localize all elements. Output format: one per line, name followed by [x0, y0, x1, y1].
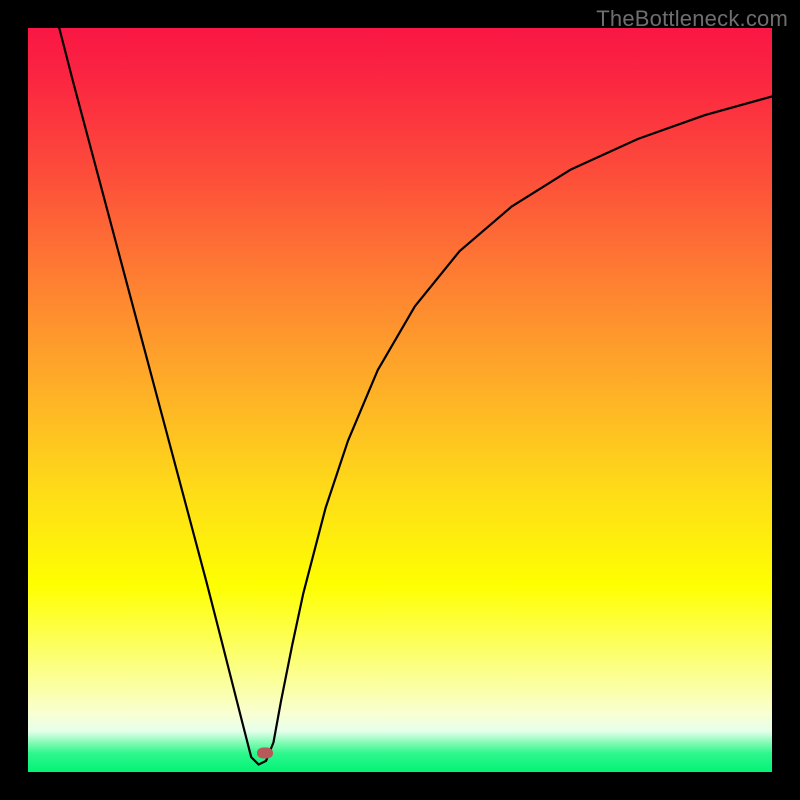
bottleneck-curve	[28, 28, 772, 772]
plot-area	[28, 28, 772, 772]
optimal-marker	[257, 748, 273, 759]
chart-frame: TheBottleneck.com	[0, 0, 800, 800]
watermark-text: TheBottleneck.com	[596, 6, 788, 32]
